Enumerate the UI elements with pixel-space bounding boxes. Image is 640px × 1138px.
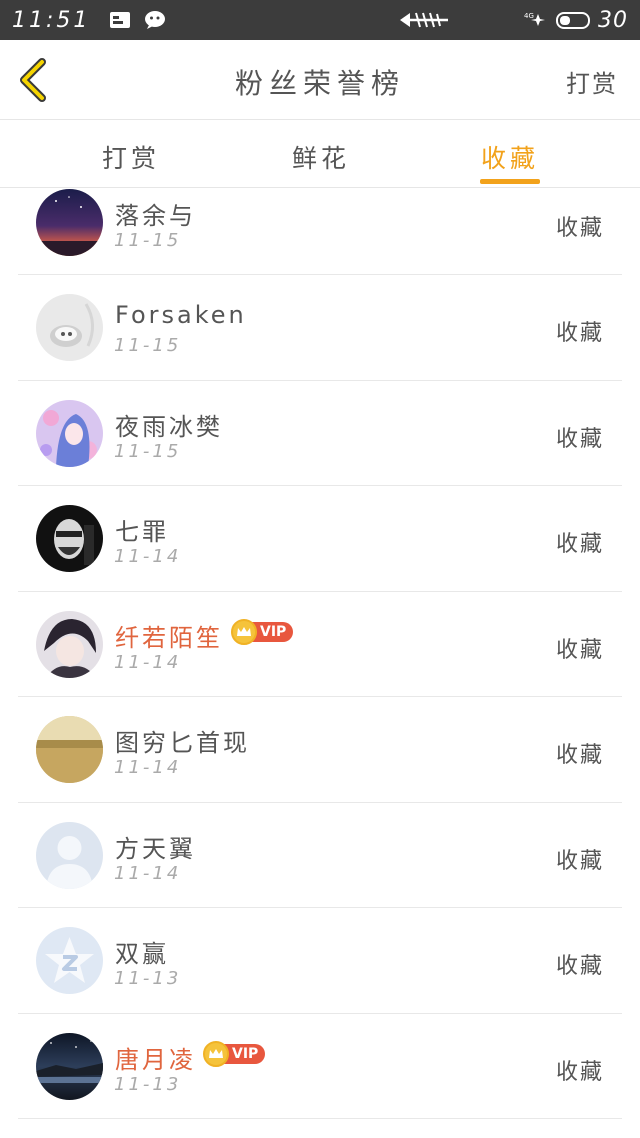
cat-avatar [36, 294, 103, 361]
qzone-star-avatar [36, 927, 103, 994]
anime-boy-avatar [36, 610, 103, 678]
fan-date: 11-13 [114, 1073, 182, 1095]
fan-date: 11-13 [114, 968, 182, 989]
default-person-avatar [36, 821, 103, 889]
tab-bar: 打赏 鲜花 收藏 [0, 121, 640, 188]
avatar [36, 294, 103, 361]
sim-card-icon [108, 10, 132, 30]
fan-name: 唐月凌 [115, 1045, 196, 1074]
avatar [36, 399, 103, 467]
svg-text:4G: 4G [524, 12, 534, 20]
anime-girl-avatar [36, 399, 103, 467]
crown-icon [231, 618, 257, 645]
masked-man-avatar [36, 505, 103, 572]
vip-badge: VIP [203, 1040, 266, 1067]
fan-name: 图穷匕首现 [115, 729, 250, 757]
fan-action: 收藏 [555, 637, 604, 663]
night-lake-avatar [36, 1032, 103, 1100]
fan-action: 收藏 [555, 954, 604, 979]
avatar [36, 505, 103, 572]
nav-bar: 粉丝荣誉榜 打赏 [0, 40, 640, 120]
fan-date: 11-15 [114, 440, 182, 462]
reward-button[interactable]: 打赏 [566, 64, 618, 99]
fan-action: 收藏 [555, 848, 604, 874]
fan-date: 11-14 [114, 651, 182, 673]
avatar [36, 927, 103, 994]
fan-name: 夜雨冰樊 [115, 412, 223, 441]
vip-badge: VIP [231, 618, 294, 645]
list-item[interactable]: 双赢 11-13 收藏 [18, 908, 622, 1014]
fan-action: 收藏 [555, 426, 604, 452]
fan-name: 七罪 [115, 518, 169, 546]
avatar [36, 716, 103, 783]
list-item[interactable]: 落余与 11-15 收藏 [18, 188, 622, 275]
fan-action: 收藏 [555, 1059, 604, 1085]
signal-4g-icon: 4G [510, 10, 546, 30]
tab-favorites[interactable]: 收藏 [450, 139, 570, 175]
fan-date: 11-15 [114, 335, 182, 356]
avatar [36, 821, 103, 889]
fan-date: 11-14 [114, 862, 182, 884]
fan-action: 收藏 [555, 216, 604, 241]
list-item[interactable]: Forsaken 11-15 收藏 [18, 275, 622, 381]
fan-action: 收藏 [555, 532, 604, 557]
fan-date: 11-14 [114, 546, 182, 567]
moon-icon [460, 10, 500, 30]
fishbone-icon [398, 10, 450, 30]
crown-icon [203, 1040, 229, 1067]
fan-date: 11-15 [114, 230, 182, 251]
list-item[interactable]: 夜雨冰樊 11-15 收藏 [18, 381, 622, 486]
list-item[interactable]: 七罪 11-14 收藏 [18, 486, 622, 592]
fan-action: 收藏 [555, 321, 604, 346]
tab-reward[interactable]: 打赏 [71, 139, 191, 175]
field-avatar [36, 716, 103, 783]
fan-name: 方天翼 [115, 834, 196, 863]
avatar [36, 610, 103, 678]
tab-flowers[interactable]: 鲜花 [261, 139, 381, 175]
avatar [36, 189, 103, 256]
battery-level: 30 [598, 7, 628, 33]
fan-list: 落余与 11-15 收藏 Forsaken 11-15 收藏 夜雨冰樊 11-1… [0, 188, 640, 1119]
fan-date: 11-14 [114, 757, 182, 778]
status-bar: 11:51 4G 30 [0, 0, 640, 40]
page-title: 粉丝荣誉榜 [234, 67, 405, 100]
sunset-sky-avatar [36, 189, 103, 256]
list-item[interactable]: 唐月凌 VIP 11-13 收藏 [18, 1014, 622, 1119]
fan-action: 收藏 [555, 743, 604, 768]
list-item[interactable]: 图穷匕首现 11-14 收藏 [18, 697, 622, 803]
list-item[interactable]: 方天翼 11-14 收藏 [18, 803, 622, 908]
wechat-icon [144, 10, 168, 30]
fan-name: 纤若陌笙 [115, 623, 223, 652]
battery-icon [556, 11, 590, 29]
fan-name: 双赢 [115, 940, 169, 968]
active-tab-indicator [480, 179, 540, 184]
fan-name: 落余与 [115, 202, 196, 230]
status-time: 11:51 [12, 7, 91, 33]
fan-name: Forsaken [115, 301, 247, 329]
avatar [36, 1032, 103, 1100]
list-item[interactable]: 纤若陌笙 VIP 11-14 收藏 [18, 592, 622, 697]
